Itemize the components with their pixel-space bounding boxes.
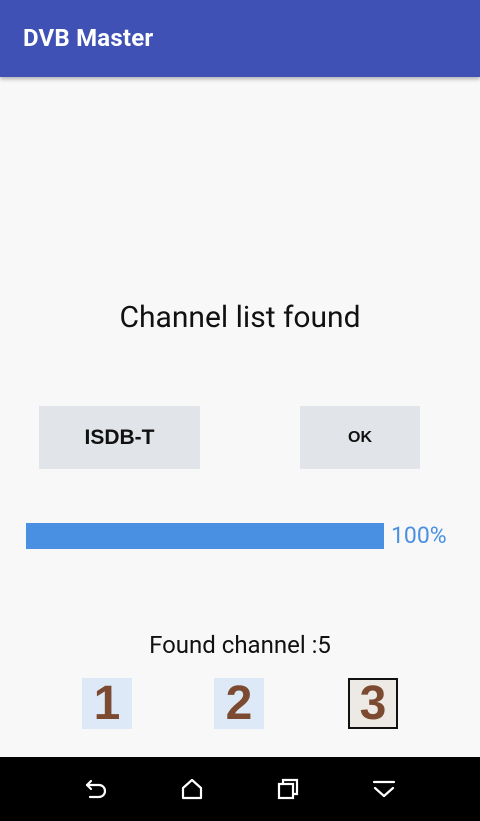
- page-heading: Channel list found: [119, 300, 361, 335]
- system-nav-bar: [0, 757, 480, 821]
- number-3-image[interactable]: 3: [348, 677, 398, 730]
- back-icon[interactable]: [76, 771, 116, 807]
- app-title: DVB Master: [23, 24, 154, 52]
- number-1-image[interactable]: 1: [82, 677, 132, 730]
- progress-bar: [26, 523, 384, 549]
- progress-fill: [26, 523, 384, 549]
- number-2-image[interactable]: 2: [214, 677, 264, 730]
- recents-icon[interactable]: [268, 771, 308, 807]
- progress-percent: 100%: [391, 522, 447, 549]
- ok-button[interactable]: OK: [300, 406, 420, 469]
- found-channel-count: Found channel :5: [149, 631, 331, 659]
- standard-button[interactable]: ISDB-T: [39, 406, 200, 469]
- hide-keyboard-icon[interactable]: [364, 771, 404, 807]
- app-bar: DVB Master: [0, 0, 480, 77]
- home-icon[interactable]: [172, 771, 212, 807]
